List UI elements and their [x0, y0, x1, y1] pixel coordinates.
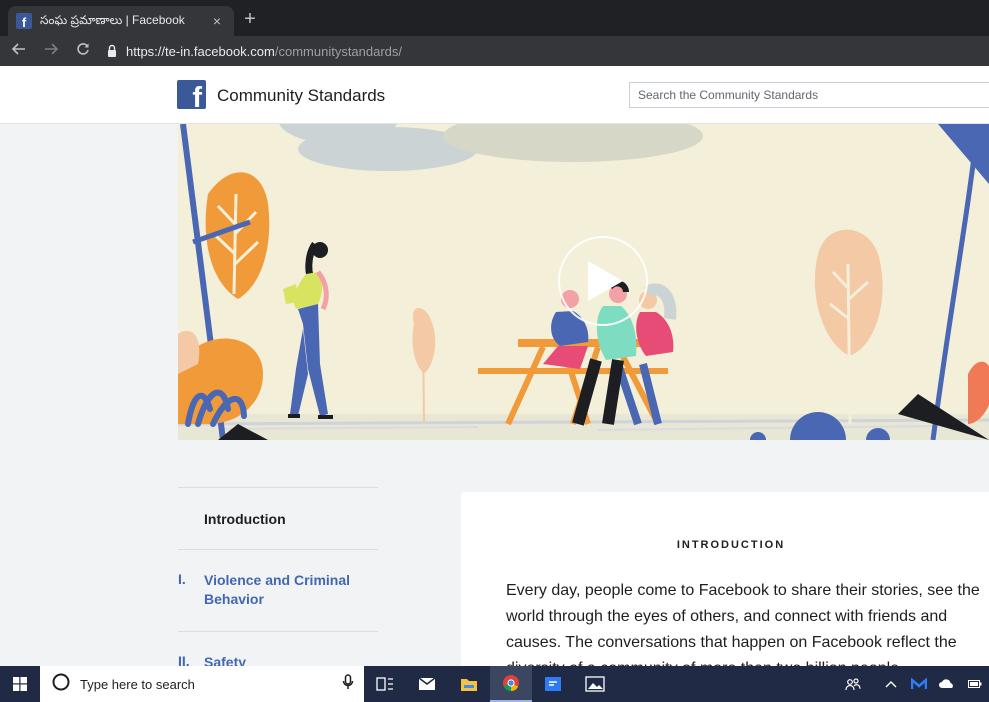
browser-tabstrip: f సంఘ ప్రమాణాలు | Facebook × + — [0, 0, 989, 36]
nav-item-label: Violence and Criminal Behavior — [204, 572, 351, 607]
back-arrow-icon[interactable] — [6, 42, 32, 61]
tab-close-icon[interactable]: × — [208, 13, 226, 29]
nav-item-introduction[interactable]: Introduction — [178, 488, 378, 549]
url-host: https://te-in.facebook.com — [126, 43, 275, 59]
file-explorer-icon[interactable] — [448, 666, 490, 702]
tab-title: సంఘ ప్రమాణాలు | Facebook — [40, 12, 185, 27]
lock-icon — [106, 44, 120, 58]
microphone-icon[interactable] — [342, 673, 354, 695]
section-navigation: Introduction I. Violence and Criminal Be… — [178, 487, 378, 672]
malwarebytes-icon[interactable] — [905, 666, 933, 702]
messaging-icon[interactable] — [532, 666, 574, 702]
facebook-logo[interactable]: f — [177, 80, 206, 109]
nav-item-number: I. — [178, 571, 186, 587]
reload-icon[interactable] — [70, 42, 96, 61]
browser-tab[interactable]: f సంఘ ప్రమాణాలు | Facebook × — [8, 6, 234, 36]
onedrive-icon[interactable] — [933, 666, 961, 702]
nav-item-label: Introduction — [204, 511, 286, 527]
mail-icon[interactable] — [406, 666, 448, 702]
hero-video[interactable] — [178, 124, 989, 440]
search-input[interactable] — [629, 82, 989, 108]
chrome-icon[interactable] — [490, 666, 532, 702]
section-heading: INTRODUCTION — [676, 539, 786, 551]
task-view-icon[interactable] — [364, 666, 406, 702]
content-card: INTRODUCTION Every day, people come to F… — [461, 492, 989, 677]
browser-toolbar: https://te-in.facebook.com/communitystan… — [0, 36, 989, 66]
hero-illustration — [178, 124, 989, 440]
windows-start-icon[interactable] — [0, 666, 40, 702]
cortana-circle-icon — [52, 673, 70, 696]
forward-arrow-icon[interactable] — [38, 42, 64, 61]
site-title[interactable]: Community Standards — [217, 86, 385, 106]
address-bar[interactable]: https://te-in.facebook.com/communitystan… — [106, 39, 402, 63]
taskbar-search-text: Type here to search — [80, 676, 195, 692]
photos-icon[interactable] — [574, 666, 616, 702]
url-path: /communitystandards/ — [274, 43, 403, 59]
facebook-favicon-icon: f — [16, 13, 32, 29]
people-icon[interactable] — [839, 666, 867, 702]
new-tab-button[interactable]: + — [238, 8, 262, 30]
windows-taskbar: Type here to search — [0, 666, 989, 702]
system-tray — [839, 666, 989, 702]
battery-icon[interactable] — [961, 666, 989, 702]
taskbar-search[interactable]: Type here to search — [40, 666, 364, 702]
nav-item-violence[interactable]: I. Violence and Criminal Behavior — [178, 550, 378, 631]
site-header: f Community Standards — [0, 66, 989, 124]
chevron-up-icon[interactable] — [877, 666, 905, 702]
